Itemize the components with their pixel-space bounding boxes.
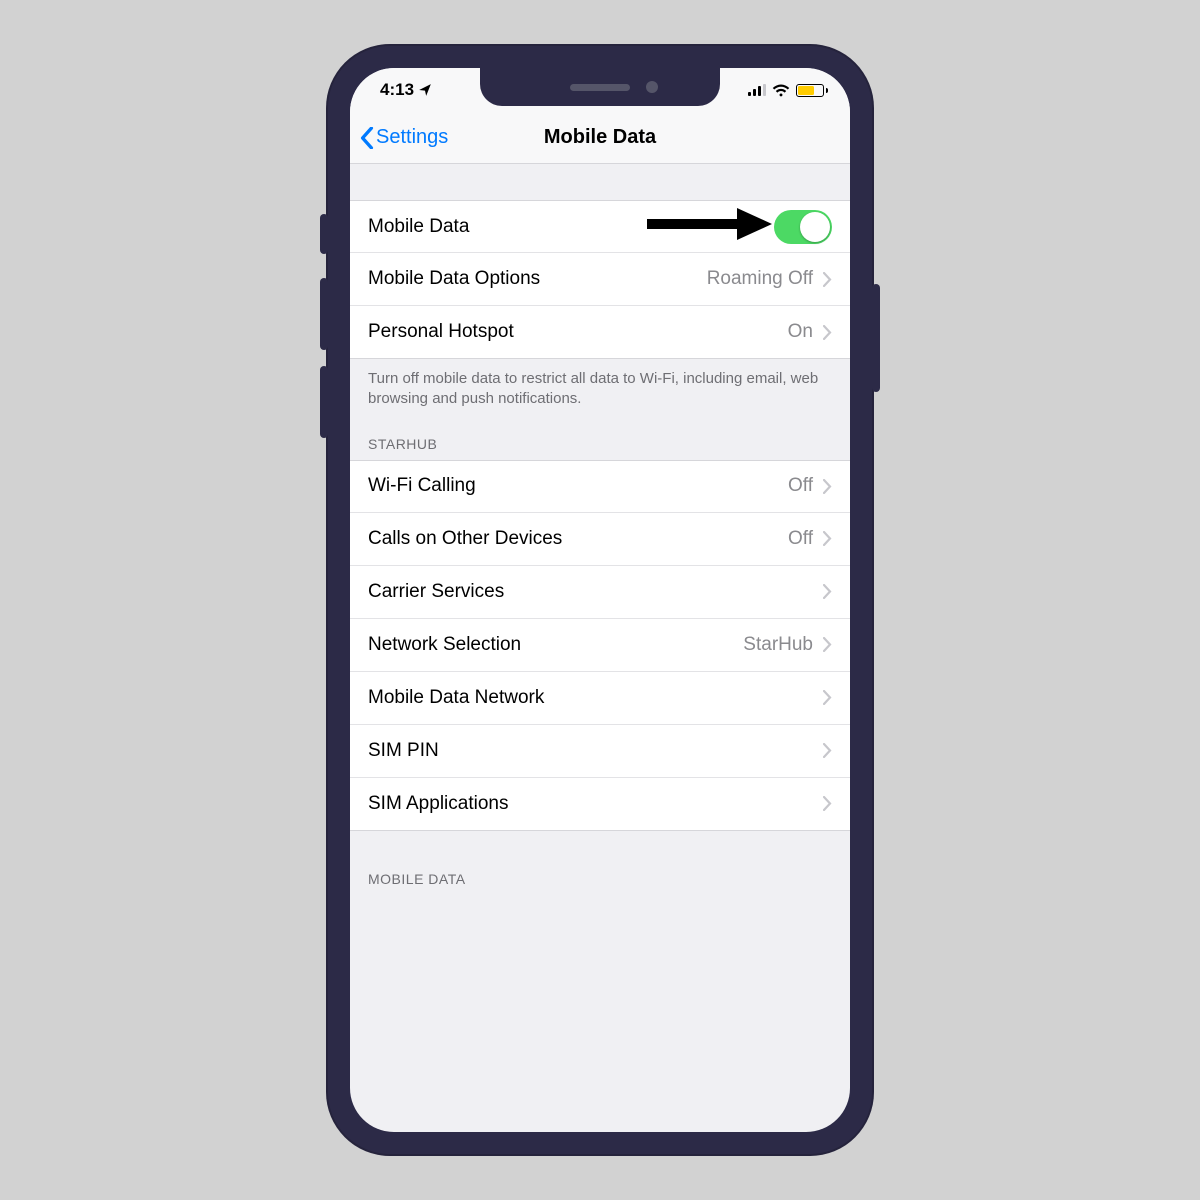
location-arrow-icon bbox=[418, 83, 432, 97]
row-network-selection[interactable]: Network Selection StarHub bbox=[350, 619, 850, 672]
section-header-carrier: STARHUB bbox=[350, 418, 850, 460]
wifi-icon bbox=[772, 84, 790, 97]
row-carrier-services[interactable]: Carrier Services bbox=[350, 566, 850, 619]
row-value: On bbox=[788, 321, 813, 343]
nav-bar: Settings Mobile Data bbox=[350, 112, 850, 164]
status-time: 4:13 bbox=[380, 80, 414, 100]
row-value: Off bbox=[788, 475, 813, 497]
row-sim-pin[interactable]: SIM PIN bbox=[350, 725, 850, 778]
chevron-right-icon bbox=[823, 479, 832, 494]
chevron-right-icon bbox=[823, 531, 832, 546]
chevron-right-icon bbox=[823, 690, 832, 705]
chevron-right-icon bbox=[823, 272, 832, 287]
back-label: Settings bbox=[376, 126, 448, 149]
mute-switch bbox=[320, 214, 328, 254]
group-carrier: Wi-Fi Calling Off Calls on Other Devices… bbox=[350, 460, 850, 831]
row-label: Mobile Data bbox=[368, 216, 774, 238]
row-mobile-data[interactable]: Mobile Data bbox=[350, 200, 850, 253]
row-label: Carrier Services bbox=[368, 581, 813, 603]
volume-up-button bbox=[320, 278, 328, 350]
screen: 4:13 bbox=[350, 68, 850, 1132]
chevron-right-icon bbox=[823, 584, 832, 599]
settings-content: Mobile Data Mobile Data Options Roaming … bbox=[350, 164, 850, 895]
cellular-signal-icon bbox=[748, 84, 766, 96]
mobile-data-toggle[interactable] bbox=[774, 210, 832, 244]
row-value: Off bbox=[788, 528, 813, 550]
group-footer: Turn off mobile data to restrict all dat… bbox=[350, 359, 850, 418]
phone-frame: 4:13 bbox=[326, 44, 874, 1156]
row-mobile-data-network[interactable]: Mobile Data Network bbox=[350, 672, 850, 725]
row-label: Wi-Fi Calling bbox=[368, 475, 788, 497]
volume-down-button bbox=[320, 366, 328, 438]
battery-icon bbox=[796, 84, 828, 97]
speaker-grille bbox=[570, 84, 630, 91]
front-camera bbox=[646, 81, 658, 93]
row-personal-hotspot[interactable]: Personal Hotspot On bbox=[350, 306, 850, 359]
row-label: Personal Hotspot bbox=[368, 321, 788, 343]
chevron-right-icon bbox=[823, 637, 832, 652]
row-value: StarHub bbox=[743, 634, 813, 656]
row-label: Mobile Data Options bbox=[368, 268, 707, 290]
row-label: Network Selection bbox=[368, 634, 743, 656]
power-button bbox=[872, 284, 880, 392]
chevron-right-icon bbox=[823, 325, 832, 340]
row-value: Roaming Off bbox=[707, 268, 813, 290]
row-label: Calls on Other Devices bbox=[368, 528, 788, 550]
row-label: Mobile Data Network bbox=[368, 687, 813, 709]
section-header-mobile-data: MOBILE DATA bbox=[350, 831, 850, 895]
row-sim-applications[interactable]: SIM Applications bbox=[350, 778, 850, 831]
group-primary: Mobile Data Mobile Data Options Roaming … bbox=[350, 200, 850, 359]
notch bbox=[480, 68, 720, 106]
back-button[interactable]: Settings bbox=[350, 126, 448, 149]
row-wifi-calling[interactable]: Wi-Fi Calling Off bbox=[350, 460, 850, 513]
row-mobile-data-options[interactable]: Mobile Data Options Roaming Off bbox=[350, 253, 850, 306]
chevron-right-icon bbox=[823, 743, 832, 758]
row-label: SIM PIN bbox=[368, 740, 813, 762]
row-calls-other-devices[interactable]: Calls on Other Devices Off bbox=[350, 513, 850, 566]
row-label: SIM Applications bbox=[368, 793, 813, 815]
chevron-right-icon bbox=[823, 796, 832, 811]
